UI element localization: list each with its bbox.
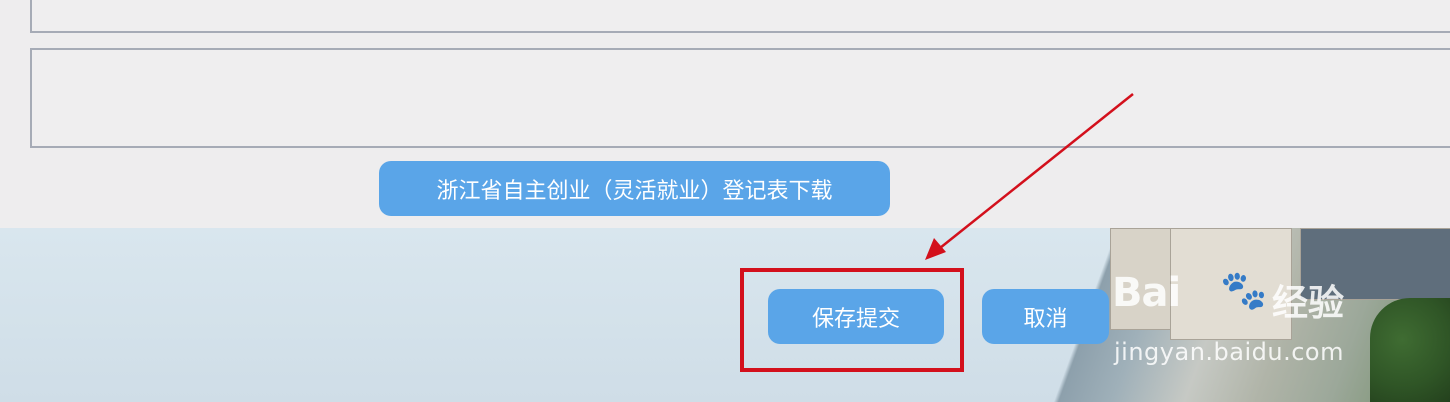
textarea-remarks[interactable] [30,48,1450,148]
background-trees [1370,298,1450,402]
watermark-logo-cn: 经验 [1272,283,1345,324]
paw-icon: 🐾 [1220,268,1268,312]
page: 浙江省自主创业（灵活就业）登记表下载 保存提交 取消 Bai 🐾 经验 jing… [0,0,1450,402]
cancel-button[interactable]: 取消 [982,289,1109,344]
watermark-logo-text: Bai [1112,270,1181,316]
watermark-url: jingyan.baidu.com [1114,338,1344,366]
baidu-jingyan-watermark: Bai 🐾 经验 jingyan.baidu.com [1112,268,1382,378]
text-input-upper[interactable] [30,0,1450,33]
save-submit-button[interactable]: 保存提交 [768,289,944,344]
form-panel: 浙江省自主创业（灵活就业）登记表下载 [0,0,1450,228]
background-water [0,228,1120,402]
download-registration-form-button[interactable]: 浙江省自主创业（灵活就业）登记表下载 [379,161,890,216]
